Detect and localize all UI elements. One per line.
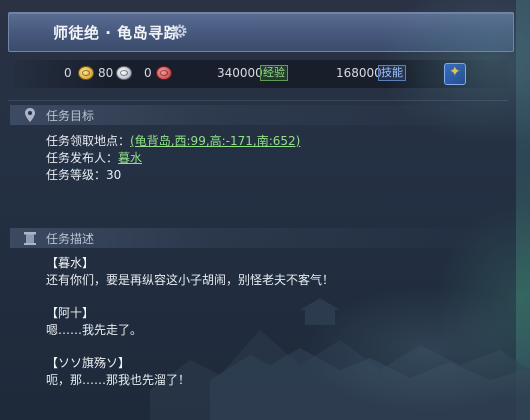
quest-panel: 师徒绝 · 龟岛寻踪 0 80 0 340000 经验 168000 技能 任务… xyxy=(0,0,530,420)
exp-value: 340000 xyxy=(217,66,263,80)
reward-bar: 0 80 0 340000 经验 168000 技能 xyxy=(14,60,508,88)
gear-icon[interactable] xyxy=(171,22,189,40)
red-coin-icon xyxy=(156,66,172,80)
speaker-name: 【暮水】 xyxy=(46,256,95,270)
silver-amount: 80 xyxy=(98,66,114,80)
skill-book-icon[interactable] xyxy=(444,63,466,85)
description-title: 任务描述 xyxy=(46,232,95,246)
location-label: 任务领取地点： xyxy=(46,134,131,148)
location-row: 任务领取地点：(龟背岛,西:99,高:-171,南:652) xyxy=(46,132,300,149)
silver-coin-icon xyxy=(116,66,132,80)
gold-coin-icon xyxy=(78,66,94,80)
level-row: 任务等级：30 xyxy=(46,166,121,183)
dialogue-2: 嗯……我先走了。 xyxy=(46,323,143,337)
speaker-3: 【ソソ旗殇ソ】 xyxy=(46,354,130,371)
level-value: 30 xyxy=(106,168,122,182)
location-link[interactable]: (龟背岛,西:99,高:-171,南:652) xyxy=(130,134,300,148)
speaker-1: 【暮水】 xyxy=(46,254,94,271)
speaker-name: 【ソソ旗殇ソ】 xyxy=(46,356,131,370)
objective-header: 任务目标 xyxy=(10,105,510,125)
red-amount: 0 xyxy=(144,66,152,80)
scroll-icon xyxy=(24,232,36,245)
level-label: 任务等级： xyxy=(46,168,107,182)
giver-link[interactable]: 暮水 xyxy=(118,151,142,165)
quest-title: 师徒绝 · 龟岛寻踪 xyxy=(53,24,180,42)
exp-tag: 经验 xyxy=(260,65,288,81)
objective-title: 任务目标 xyxy=(46,109,95,123)
gold-amount: 0 xyxy=(64,66,72,80)
location-pin-icon xyxy=(25,108,35,122)
speaker-name: 【阿十】 xyxy=(46,306,95,320)
giver-label: 任务发布人： xyxy=(46,151,119,165)
dialogue-1: 还有你们，要是再纵容这小子胡闹，别怪老夫不客气！ xyxy=(46,273,335,287)
landscape-background xyxy=(150,298,530,420)
quest-title-bar: 师徒绝 · 龟岛寻踪 xyxy=(8,12,514,52)
divider xyxy=(8,100,508,101)
speaker-2: 【阿十】 xyxy=(46,304,94,321)
description-header: 任务描述 xyxy=(10,228,510,248)
giver-row: 任务发布人：暮水 xyxy=(46,149,142,166)
skill-tag: 技能 xyxy=(378,65,406,81)
skill-value: 168000 xyxy=(336,66,382,80)
dialogue-3: 呃，那……那我也先溜了！ xyxy=(46,373,191,387)
